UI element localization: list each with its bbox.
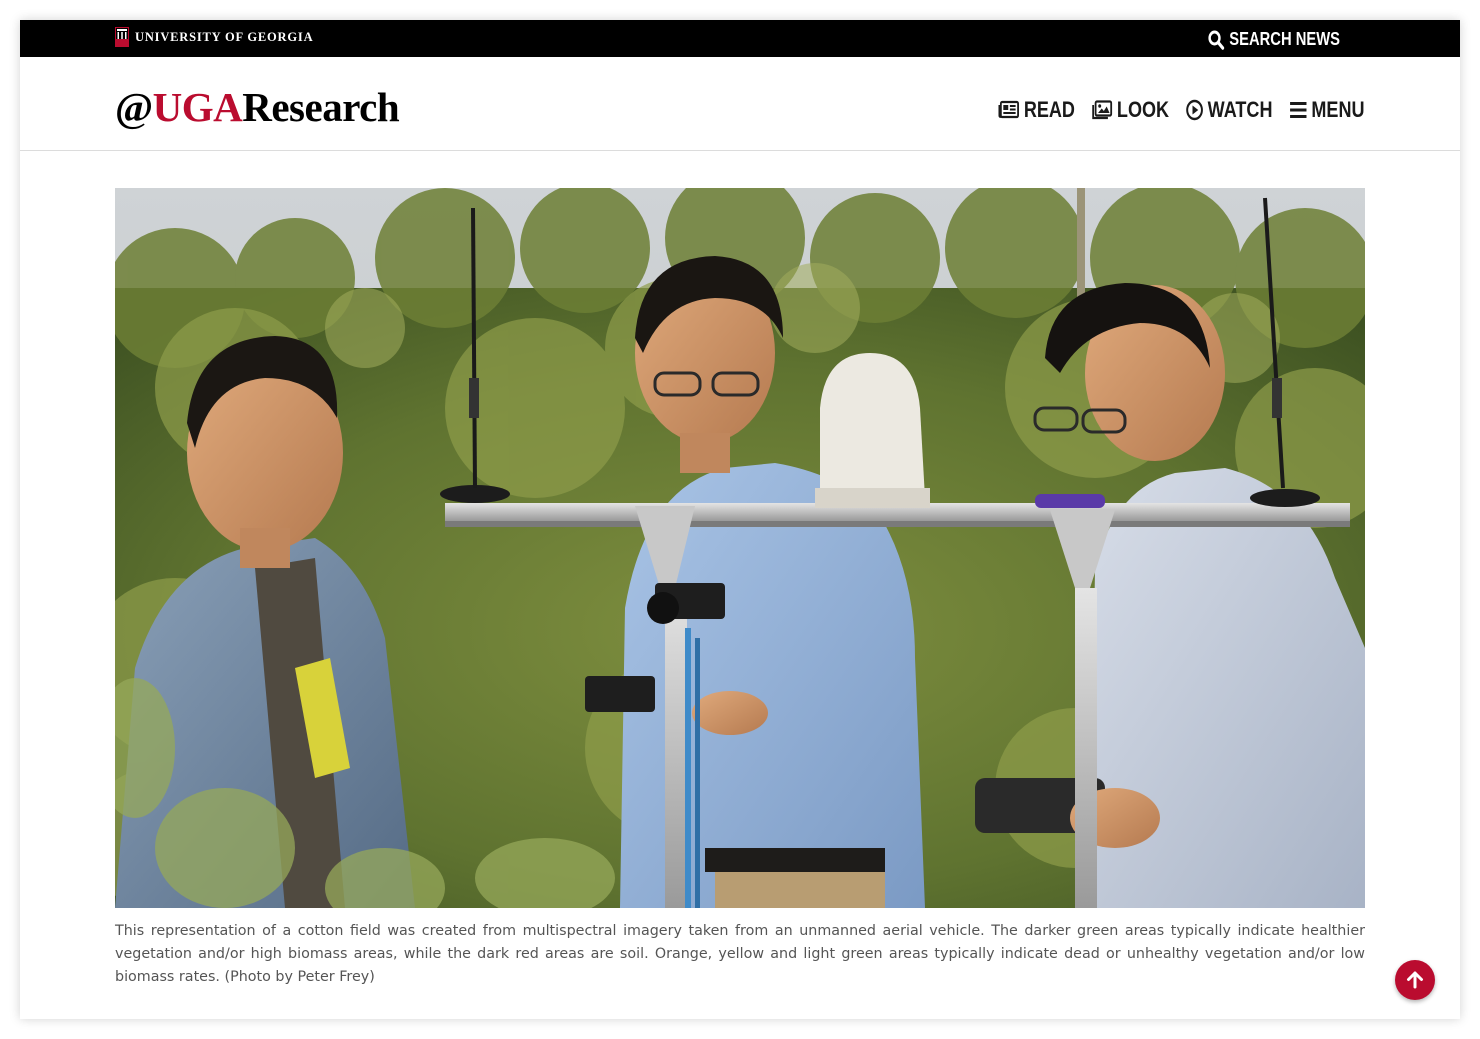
arrow-up-icon bbox=[1407, 971, 1423, 989]
main-nav: READ LOOK WATCH MENU bbox=[998, 97, 1365, 123]
nav-watch-label: WATCH bbox=[1207, 97, 1273, 122]
nav-read[interactable]: READ bbox=[998, 97, 1076, 123]
site-header: @UGAResearch READ LOOK WATCH MENU bbox=[20, 57, 1460, 151]
search-news-button[interactable]: SEARCH NEWS bbox=[1208, 29, 1340, 50]
play-circle-icon bbox=[1186, 99, 1204, 121]
search-icon bbox=[1208, 30, 1225, 50]
nav-watch[interactable]: WATCH bbox=[1186, 97, 1273, 123]
nav-menu-label: MENU bbox=[1311, 97, 1365, 122]
feature-photo bbox=[115, 188, 1365, 908]
hamburger-icon bbox=[1290, 102, 1307, 118]
photo-caption: This representation of a cotton field wa… bbox=[115, 923, 1365, 985]
logo-at: @ bbox=[115, 84, 153, 130]
back-to-top-button[interactable] bbox=[1395, 960, 1435, 1000]
newspaper-icon bbox=[998, 100, 1020, 119]
university-brand[interactable]: UNIVERSITY OF GEORGIA bbox=[115, 27, 313, 47]
nav-read-label: READ bbox=[1024, 97, 1076, 122]
arch-icon bbox=[115, 27, 129, 47]
nav-look[interactable]: LOOK bbox=[1091, 97, 1169, 123]
nav-menu[interactable]: MENU bbox=[1289, 97, 1365, 123]
nav-look-label: LOOK bbox=[1116, 97, 1169, 122]
logo-uga: UGA bbox=[152, 84, 243, 130]
images-icon bbox=[1091, 100, 1112, 120]
feature-photo-image bbox=[115, 188, 1365, 908]
top-bar: UNIVERSITY OF GEORGIA SEARCH NEWS bbox=[20, 20, 1460, 57]
logo-research: Research bbox=[242, 84, 400, 130]
search-news-label: SEARCH NEWS bbox=[1229, 29, 1340, 49]
university-name: UNIVERSITY OF GEORGIA bbox=[135, 29, 314, 44]
page-frame: UNIVERSITY OF GEORGIA SEARCH NEWS @UGARe… bbox=[20, 20, 1460, 1019]
site-logo[interactable]: @UGAResearch bbox=[115, 83, 400, 131]
